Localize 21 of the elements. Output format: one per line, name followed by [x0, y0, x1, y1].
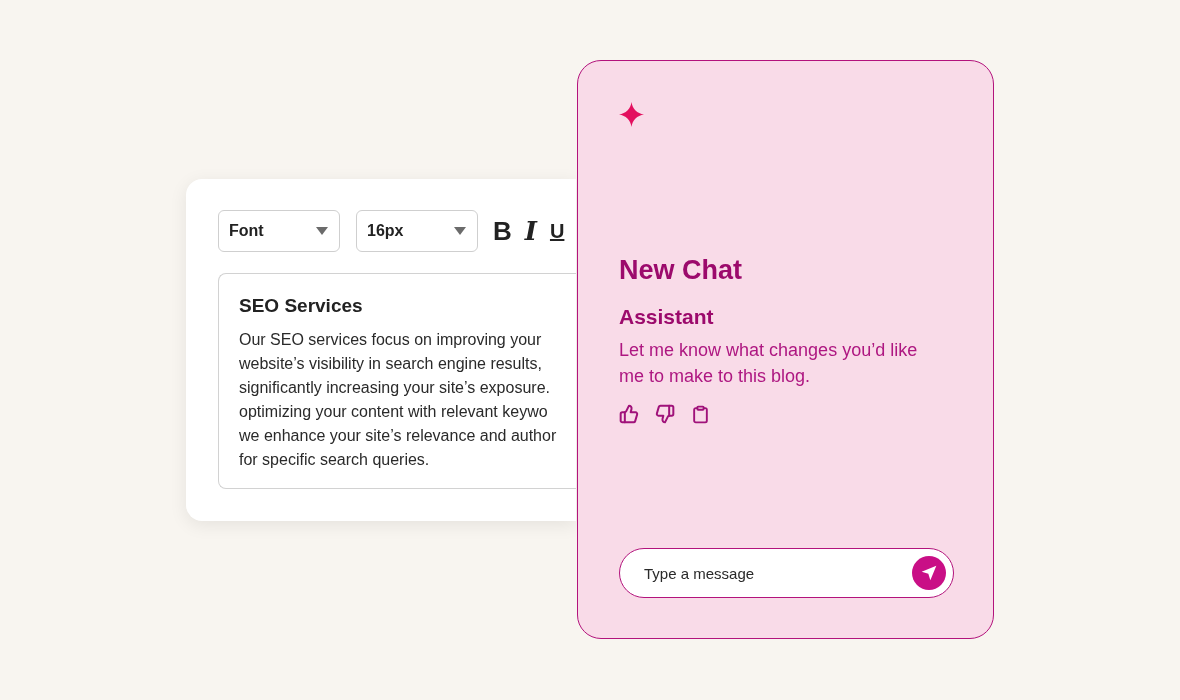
caret-icon — [454, 227, 466, 235]
thumbs-down-icon[interactable] — [655, 404, 675, 424]
message-input[interactable]: Type a message — [644, 561, 912, 585]
dropdown-select[interactable]: 16px — [356, 210, 478, 252]
document-title: SEO Services — [239, 294, 363, 318]
caret-icon — [316, 227, 328, 235]
send-icon — [921, 565, 937, 581]
text-editor-area[interactable] — [218, 273, 576, 489]
italic-button[interactable]: I — [524, 218, 537, 244]
message-composer[interactable]: Type a message — [619, 548, 954, 598]
underline-button[interactable]: U — [549, 221, 565, 241]
dropdown-select[interactable]: Font — [218, 210, 340, 252]
message-text: Let me know what changes you’d like me to make to this blog. — [619, 339, 919, 388]
sparkle-icon — [619, 102, 644, 127]
bold-button[interactable]: B — [493, 218, 512, 244]
document-paragraph: Our SEO services focus on improving your website’s visibility in search engine results, significantly increasing your site’s exposure. optimizing your content with relevant keywo we enhance your site’s relevance and author for specific search queries. — [239, 330, 557, 470]
send-button[interactable] — [912, 556, 946, 590]
sender-name: Assistant — [619, 304, 714, 330]
thumbs-up-icon[interactable] — [619, 404, 639, 424]
clipboard-icon[interactable] — [691, 404, 710, 424]
chat-title: New Chat — [619, 254, 743, 286]
